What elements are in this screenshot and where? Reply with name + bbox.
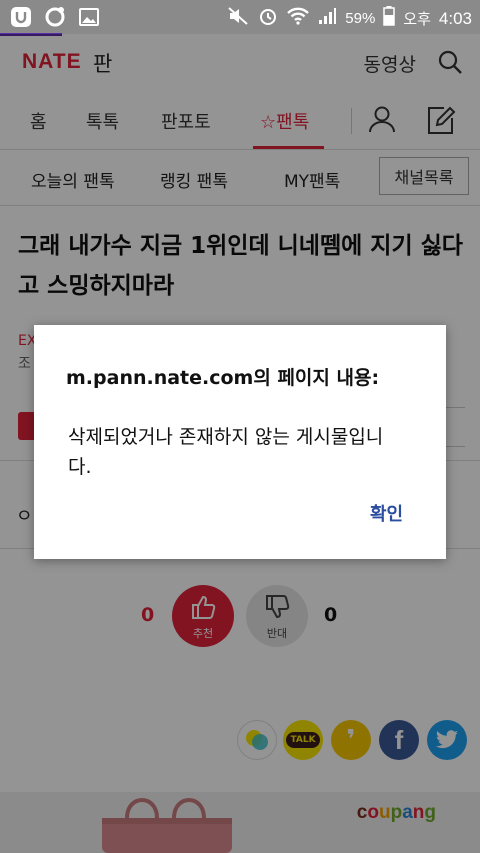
gallery-icon (78, 6, 100, 28)
mute-icon (227, 6, 249, 31)
alarm-icon (257, 5, 279, 32)
alert-dialog: m.pann.nate.com의 페이지 내용: 삭제되었거나 존재하지 않는 … (34, 325, 446, 559)
dialog-ok-button[interactable]: 확인 (370, 500, 403, 526)
signal-icon (317, 6, 337, 31)
dialog-message: 삭제되었거나 존재하지 않는 게시물입니다. (68, 426, 384, 478)
sync-icon (44, 6, 66, 28)
battery-percent: 59% (345, 10, 376, 27)
time-period: 오후 (403, 11, 431, 28)
status-right: 59% 오후 4:03 (227, 5, 472, 32)
status-left-icons (10, 6, 100, 28)
clock-time: 4:03 (438, 8, 472, 28)
wifi-icon (287, 6, 310, 31)
app-u-icon (10, 6, 32, 28)
battery-icon (383, 6, 396, 31)
status-bar: 59% 오후 4:03 (0, 0, 480, 36)
dialog-title: m.pann.nate.com의 페이지 내용: (66, 367, 380, 389)
